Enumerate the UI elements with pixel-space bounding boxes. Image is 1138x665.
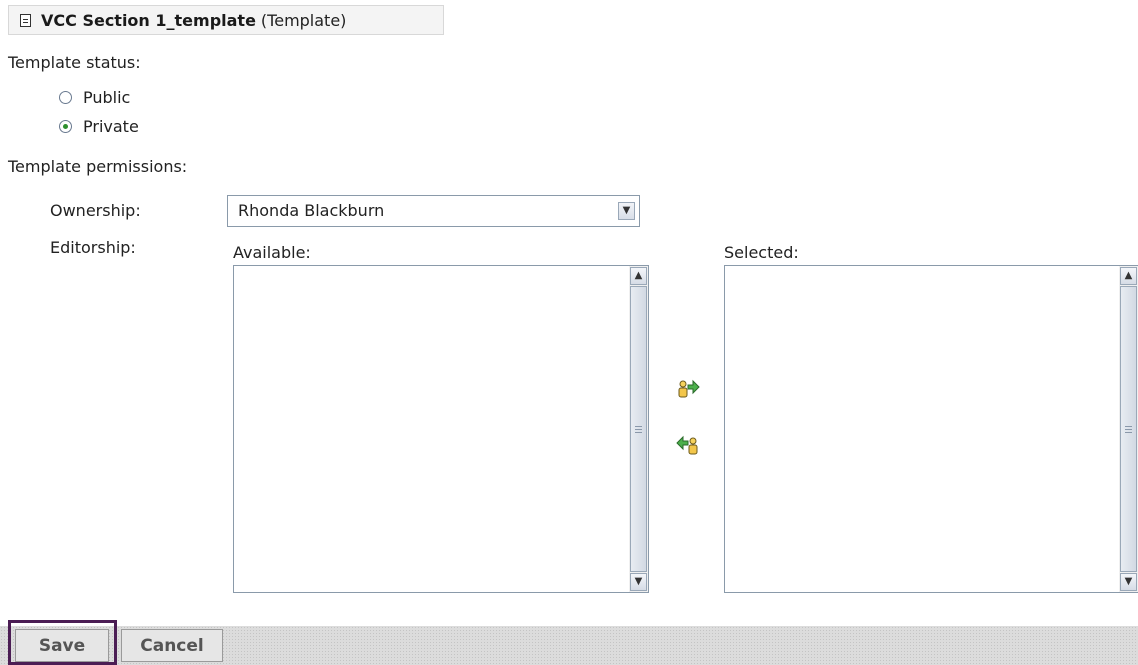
available-label: Available: xyxy=(233,243,311,262)
cancel-button[interactable]: Cancel xyxy=(121,629,223,662)
add-editor-button[interactable] xyxy=(676,376,700,400)
scroll-up-icon[interactable]: ▲ xyxy=(1120,267,1137,285)
private-radio-label: Private xyxy=(83,117,139,136)
scroll-down-icon[interactable]: ▼ xyxy=(630,573,647,591)
remove-editor-button[interactable] xyxy=(676,432,700,456)
chevron-down-icon[interactable]: ▼ xyxy=(618,202,635,220)
scroll-down-icon[interactable]: ▼ xyxy=(1120,573,1137,591)
public-radio-label: Public xyxy=(83,88,131,107)
selected-label: Selected: xyxy=(724,243,799,262)
available-users-list[interactable]: ▲ ▼ xyxy=(233,265,649,593)
scroll-up-icon[interactable]: ▲ xyxy=(630,267,647,285)
template-title-bar: VCC Section 1_template (Template) xyxy=(8,5,444,35)
template-permissions-label: Template permissions: xyxy=(8,157,188,176)
status-option-public[interactable]: Public xyxy=(59,88,130,107)
user-add-arrow-icon xyxy=(678,379,700,398)
private-radio[interactable] xyxy=(59,120,72,133)
user-remove-arrow-icon xyxy=(676,435,698,455)
selected-users-list[interactable]: ▲ ▼ xyxy=(724,265,1138,593)
template-name: VCC Section 1_template xyxy=(41,10,256,30)
document-icon xyxy=(20,13,31,27)
ownership-select[interactable]: Rhonda Blackburn ▼ xyxy=(227,195,640,227)
available-list-scrollbar[interactable]: ▲ ▼ xyxy=(629,266,648,592)
save-button[interactable]: Save xyxy=(15,629,109,662)
scroll-thumb[interactable] xyxy=(1120,286,1137,572)
ownership-label: Ownership: xyxy=(50,201,141,220)
template-type: (Template) xyxy=(260,10,347,30)
ownership-value: Rhonda Blackburn xyxy=(238,201,385,220)
scroll-thumb[interactable] xyxy=(630,286,647,572)
status-option-private[interactable]: Private xyxy=(59,117,139,136)
template-status-label: Template status: xyxy=(8,53,141,72)
public-radio[interactable] xyxy=(59,91,72,104)
editorship-label: Editorship: xyxy=(50,238,136,257)
selected-list-scrollbar[interactable]: ▲ ▼ xyxy=(1119,266,1138,592)
